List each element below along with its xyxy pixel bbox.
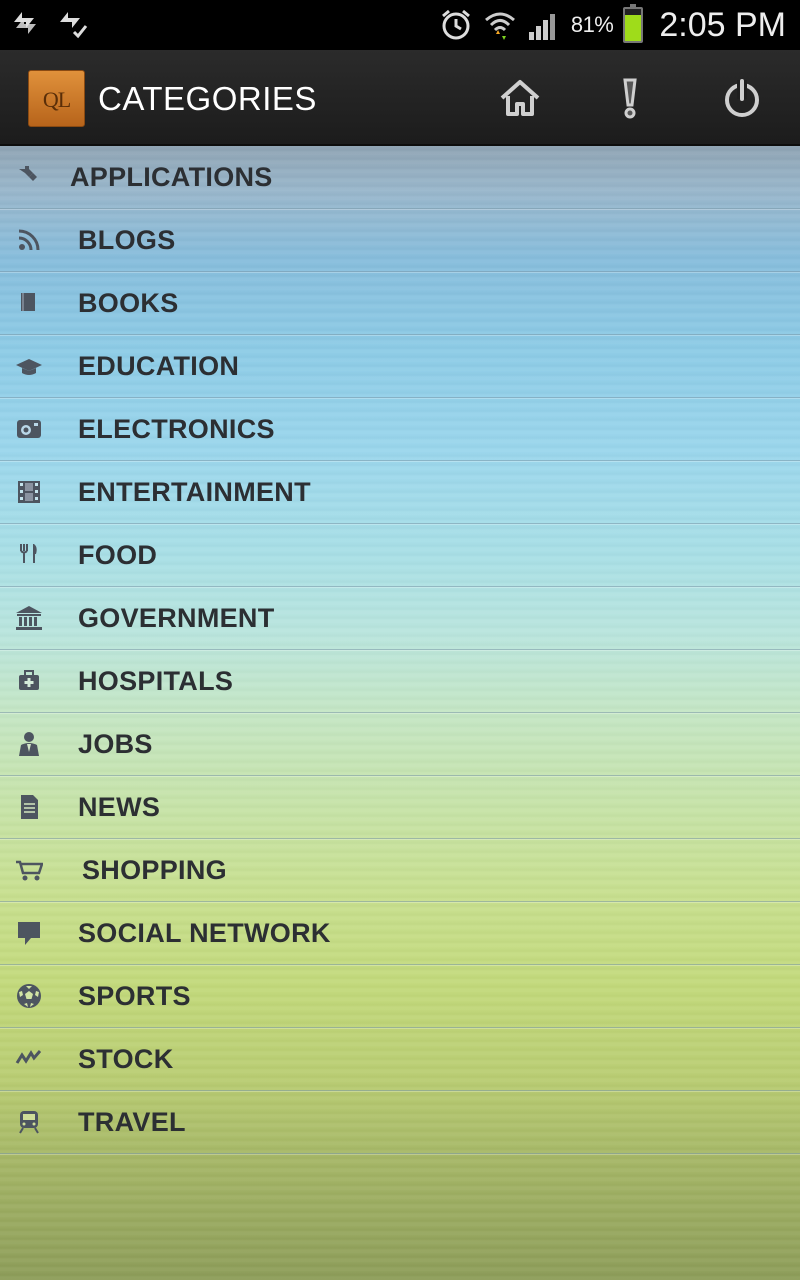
category-label: GOVERNMENT xyxy=(78,603,275,633)
book-icon xyxy=(14,288,44,318)
category-item-travel[interactable]: TRAVEL xyxy=(0,1091,800,1154)
building-icon xyxy=(14,603,44,633)
category-item-blogs[interactable]: BLOGS xyxy=(0,209,800,272)
notification-icons xyxy=(8,6,88,44)
battery-percent: 81% xyxy=(570,12,614,37)
sync-check-icon xyxy=(60,12,88,39)
category-label: APPLICATIONS xyxy=(70,162,273,192)
category-list: APPLICATIONS BLOGS BOOKS EDUCATION ELECT… xyxy=(0,146,800,1154)
action-bar: QL CATEGORIES xyxy=(0,50,800,146)
fork-knife-icon xyxy=(14,540,44,570)
cart-icon xyxy=(14,855,44,885)
film-icon xyxy=(14,477,44,507)
alert-icon xyxy=(623,78,637,119)
category-item-news[interactable]: NEWS xyxy=(0,776,800,839)
alarm-icon xyxy=(441,9,470,40)
stock-chart-icon xyxy=(14,1044,44,1074)
app-logo[interactable]: QL xyxy=(28,70,85,127)
category-item-jobs[interactable]: JOBS xyxy=(0,713,800,776)
category-item-stock[interactable]: STOCK xyxy=(0,1028,800,1091)
system-icons: 81% 2:05 PM xyxy=(439,0,786,50)
category-item-hospitals[interactable]: HOSPITALS xyxy=(0,650,800,713)
graduation-cap-icon xyxy=(14,351,44,381)
category-label: JOBS xyxy=(78,729,153,759)
category-label: SPORTS xyxy=(78,981,191,1011)
home-icon xyxy=(500,80,540,116)
puzzle-icon xyxy=(14,162,44,192)
category-label: SHOPPING xyxy=(82,855,227,885)
category-label: HOSPITALS xyxy=(78,666,234,696)
soccer-ball-icon xyxy=(14,981,44,1011)
power-icon xyxy=(725,79,759,117)
businessman-icon xyxy=(14,729,44,759)
category-label: STOCK xyxy=(78,1044,174,1074)
wifi-icon xyxy=(484,12,515,40)
category-list-area: APPLICATIONS BLOGS BOOKS EDUCATION ELECT… xyxy=(0,146,800,1280)
category-label: EDUCATION xyxy=(78,351,240,381)
category-item-books[interactable]: BOOKS xyxy=(0,272,800,335)
signal-icon xyxy=(528,14,555,40)
home-button[interactable] xyxy=(494,72,546,124)
document-icon xyxy=(14,792,44,822)
category-label: FOOD xyxy=(78,540,158,570)
category-label: ELECTRONICS xyxy=(78,414,275,444)
status-bar: 81% 2:05 PM xyxy=(0,0,800,50)
category-item-electronics[interactable]: ELECTRONICS xyxy=(0,398,800,461)
category-item-sports[interactable]: SPORTS xyxy=(0,965,800,1028)
category-label: NEWS xyxy=(78,792,161,822)
category-item-social-network[interactable]: SOCIAL NETWORK xyxy=(0,902,800,965)
alert-button[interactable] xyxy=(604,72,656,124)
category-label: TRAVEL xyxy=(78,1107,186,1137)
category-item-government[interactable]: GOVERNMENT xyxy=(0,587,800,650)
clock: 2:05 PM xyxy=(659,5,786,44)
medical-kit-icon xyxy=(14,666,44,696)
camera-icon xyxy=(14,414,44,444)
category-item-food[interactable]: FOOD xyxy=(0,524,800,587)
category-label: BOOKS xyxy=(78,288,179,318)
sync-icon xyxy=(14,12,36,34)
speech-bubble-icon xyxy=(14,918,44,948)
category-label: SOCIAL NETWORK xyxy=(78,918,331,948)
page-title: CATEGORIES xyxy=(98,80,317,117)
category-item-education[interactable]: EDUCATION xyxy=(0,335,800,398)
train-icon xyxy=(14,1107,44,1137)
category-label: BLOGS xyxy=(78,225,176,255)
category-label: ENTERTAINMENT xyxy=(78,477,311,507)
category-item-shopping[interactable]: SHOPPING xyxy=(0,839,800,902)
rss-icon xyxy=(14,225,44,255)
category-item-entertainment[interactable]: ENTERTAINMENT xyxy=(0,461,800,524)
category-item-applications[interactable]: APPLICATIONS xyxy=(0,146,800,209)
battery-icon xyxy=(623,4,644,43)
battery-fill xyxy=(625,15,642,41)
power-button[interactable] xyxy=(716,72,768,124)
